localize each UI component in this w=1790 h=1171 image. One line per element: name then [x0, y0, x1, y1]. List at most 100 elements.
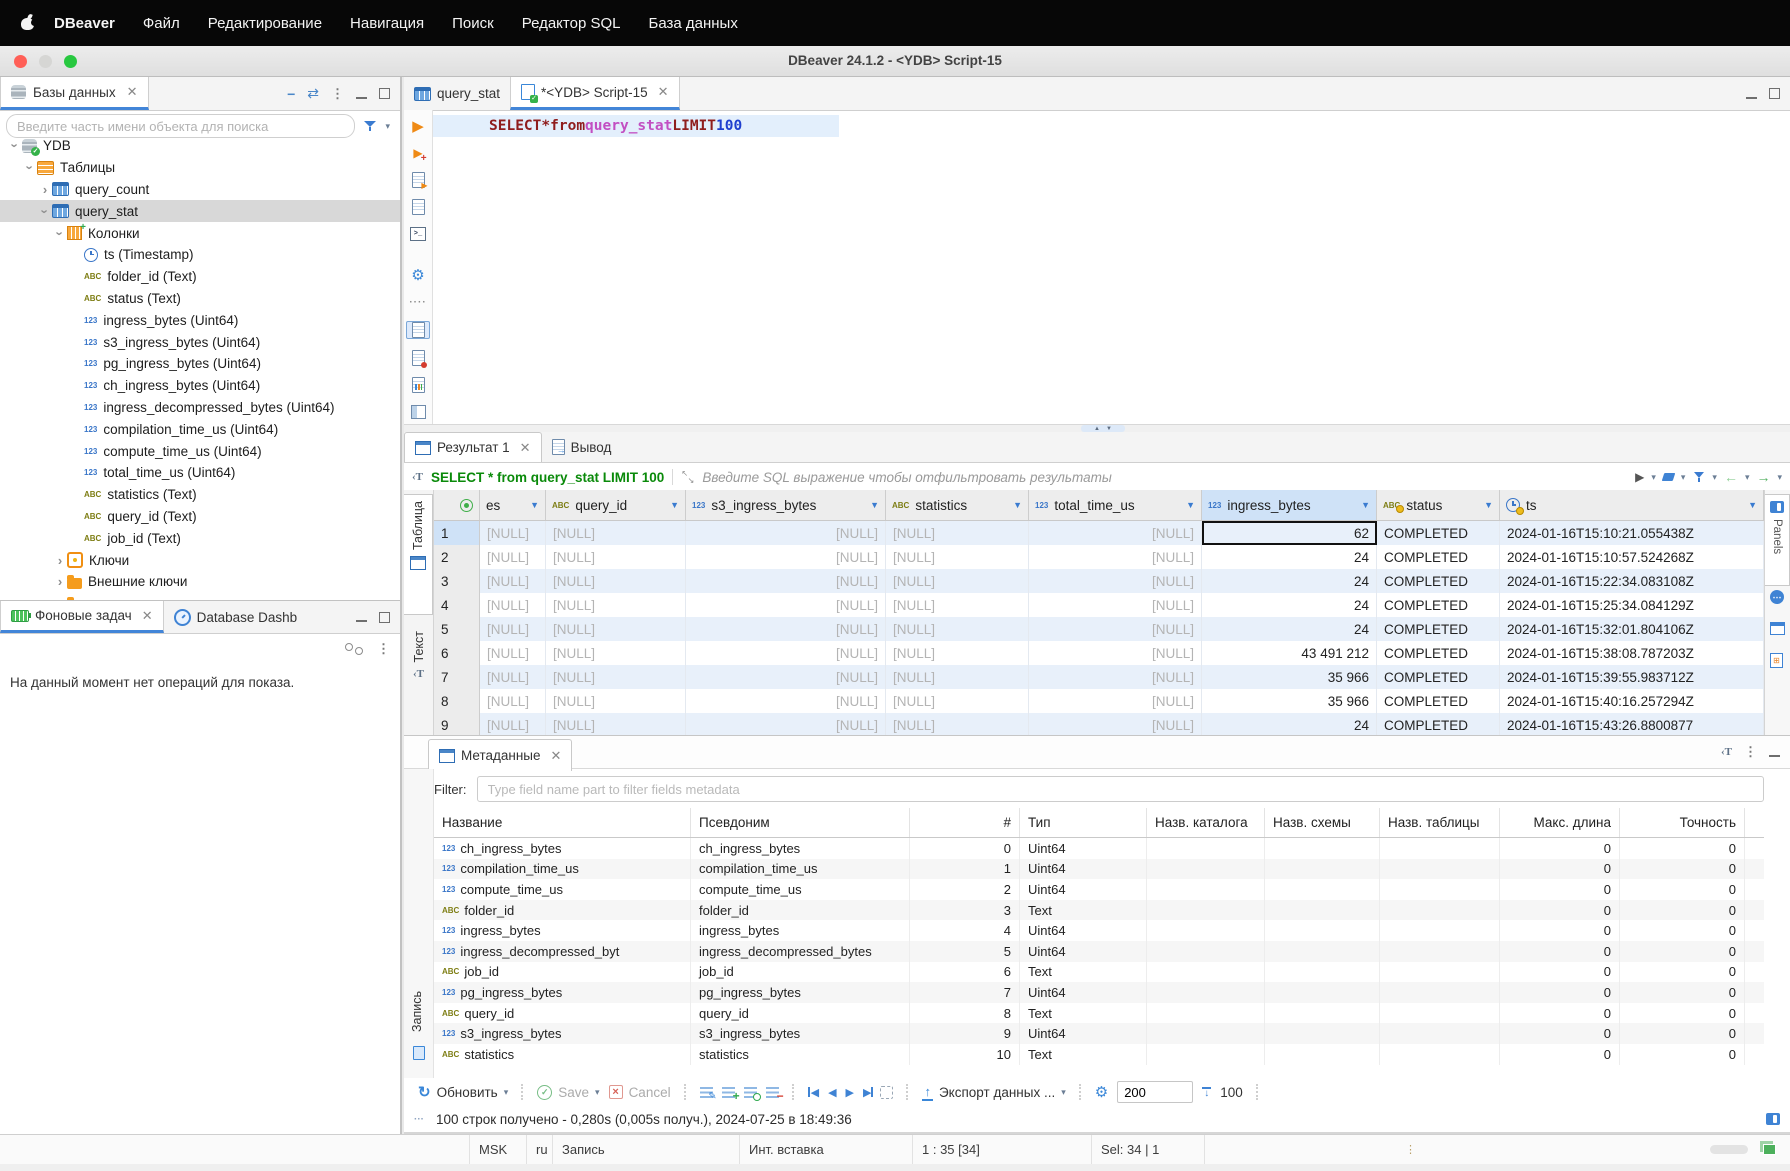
table-row[interactable]: 9[NULL][NULL][NULL][NULL][NULL]24COMPLET… — [434, 713, 1764, 735]
chevron-down-icon[interactable] — [595, 1087, 600, 1098]
metadata-row[interactable]: job_idjob_id6Text00 — [434, 962, 1764, 983]
tree-collapse-arrow[interactable]: › — [53, 226, 68, 240]
metadata-cell-type[interactable]: Text — [1020, 962, 1147, 983]
metadata-filter-input[interactable] — [477, 776, 1765, 802]
metadata-cell-maxlen[interactable]: 0 — [1500, 1003, 1620, 1024]
grid-cell[interactable]: [NULL] — [886, 689, 1029, 713]
grid-cell[interactable]: COMPLETED — [1377, 689, 1500, 713]
metadata-cell-catalog[interactable] — [1147, 962, 1265, 983]
close-icon[interactable]: ✕ — [142, 608, 153, 624]
column-header-ts[interactable]: ts — [1500, 490, 1764, 520]
metadata-cell-table[interactable] — [1380, 838, 1500, 859]
grid-cell[interactable]: 35 966 — [1202, 689, 1377, 713]
statusbar-cell-Sel-34-1[interactable]: Sel: 34 | 1 — [1092, 1135, 1205, 1164]
arrow-left-green-icon[interactable] — [1724, 469, 1738, 485]
metadata-column-#[interactable]: # — [910, 808, 1020, 837]
grid-cell[interactable]: [NULL] — [480, 689, 546, 713]
column-header-ingress_bytes[interactable]: ingress_bytes — [1202, 490, 1377, 520]
next-page-button[interactable] — [846, 1086, 854, 1099]
grid-cell[interactable]: [NULL] — [480, 665, 546, 689]
metadata-cell-catalog[interactable] — [1147, 838, 1265, 859]
grid-cell[interactable]: [NULL] — [686, 593, 886, 617]
grid-cell[interactable]: COMPLETED — [1377, 641, 1500, 665]
tree-item-pg_ingress_bytes[interactable]: pg_ingress_bytes (Uint64) — [0, 353, 400, 375]
table-row[interactable]: 8[NULL][NULL][NULL][NULL][NULL]35 966COM… — [434, 689, 1764, 713]
table-row[interactable]: 6[NULL][NULL][NULL][NULL][NULL]43 491 21… — [434, 641, 1764, 665]
metadata-cell-name[interactable]: s3_ingress_bytes — [434, 1023, 691, 1044]
grid-cell[interactable]: 2024-01-16T15:32:01.804106Z — [1500, 617, 1764, 641]
grid-cell[interactable]: [NULL] — [686, 569, 886, 593]
metadata-cell-type[interactable]: Uint64 — [1020, 879, 1147, 900]
grid-cell[interactable]: [NULL] — [480, 521, 546, 545]
chevron-down-icon[interactable] — [504, 1087, 509, 1098]
metadata-column-Название[interactable]: Название — [434, 808, 691, 837]
grid-cell[interactable]: COMPLETED — [1377, 665, 1500, 689]
toggle-panel-icon[interactable] — [1766, 1113, 1780, 1125]
tree-expand-arrow[interactable]: › — [53, 553, 67, 568]
arrow-right-green-icon[interactable] — [1756, 469, 1770, 485]
sort-icon[interactable] — [1186, 500, 1195, 510]
caret-icon[interactable] — [1745, 472, 1750, 483]
grid-cell[interactable]: [NULL] — [480, 713, 546, 735]
column-header-total_time_us[interactable]: total_time_us — [1029, 490, 1202, 520]
execute-icon[interactable] — [412, 117, 424, 135]
metadata-row[interactable]: query_idquery_id8Text00 — [434, 1003, 1764, 1024]
grid-cell[interactable]: [NULL] — [886, 569, 1029, 593]
grid-cell[interactable]: [NULL] — [686, 689, 886, 713]
tree-collapse-arrow[interactable]: › — [8, 139, 23, 153]
grid-cell[interactable]: 24 — [1202, 569, 1377, 593]
metadata-cell-name[interactable]: job_id — [434, 962, 691, 983]
metadata-cell-name[interactable]: statistics — [434, 1044, 691, 1065]
more-dots-button[interactable] — [407, 294, 429, 310]
terminal-button[interactable] — [407, 226, 429, 242]
export-data-button[interactable]: Экспорт данных ... — [922, 1084, 1065, 1101]
tree-item-ingress_decompressed_bytes[interactable]: ingress_decompressed_bytes (Uint64) — [0, 397, 400, 419]
tab-panels[interactable]: Panels — [1765, 494, 1790, 586]
metadata-cell-table[interactable] — [1380, 982, 1500, 1003]
grid-cell[interactable]: [NULL] — [480, 593, 546, 617]
layers-icon[interactable] — [1763, 1144, 1776, 1155]
metadata-row[interactable]: statisticsstatistics10Text00 — [434, 1044, 1764, 1065]
grid-cell[interactable]: 2024-01-16T15:40:16.257294Z — [1500, 689, 1764, 713]
grid-cell[interactable]: [NULL] — [886, 641, 1029, 665]
funnel-icon[interactable] — [1692, 471, 1705, 483]
eraser-icon[interactable] — [1662, 473, 1676, 481]
fetch-size-icon[interactable] — [1202, 1087, 1211, 1098]
calculator-icon[interactable] — [1770, 653, 1783, 668]
row-number[interactable]: 3 — [434, 569, 480, 593]
metadata-row[interactable]: ingress_decompressed_bytingress_decompre… — [434, 941, 1764, 962]
sql-editor-text-area[interactable]: SELECT * from query_stat LIMIT 100 — [433, 110, 1790, 424]
sort-icon[interactable] — [670, 500, 679, 510]
last-page-button[interactable] — [863, 1086, 871, 1099]
metadata-cell-catalog[interactable] — [1147, 879, 1265, 900]
grid-cell[interactable]: [NULL] — [686, 713, 886, 735]
grid-cell[interactable]: [NULL] — [686, 545, 886, 569]
grid-cell[interactable]: [NULL] — [1029, 641, 1202, 665]
dots-circle-icon[interactable] — [1770, 590, 1784, 604]
close-icon[interactable]: ✕ — [520, 440, 531, 456]
row-number[interactable]: 1 — [434, 521, 480, 545]
metadata-cell-alias[interactable]: job_id — [691, 962, 910, 983]
metadata-cell-schema[interactable] — [1265, 838, 1380, 859]
column-header-statistics[interactable]: statistics — [886, 490, 1029, 520]
menu-item-редактирование[interactable]: Редактирование — [194, 15, 336, 32]
grid-cell[interactable]: [NULL] — [546, 617, 686, 641]
metadata-cell-type[interactable]: Uint64 — [1020, 982, 1147, 1003]
grid-cell[interactable]: 2024-01-16T15:22:34.083108Z — [1500, 569, 1764, 593]
metadata-cell-alias[interactable]: pg_ingress_bytes — [691, 982, 910, 1003]
grid-cell[interactable]: 24 — [1202, 593, 1377, 617]
metadata-cell-schema[interactable] — [1265, 982, 1380, 1003]
metadata-cell-alias[interactable]: folder_id — [691, 900, 910, 921]
row-number[interactable]: 7 — [434, 665, 480, 689]
caret-icon[interactable] — [1651, 472, 1656, 483]
filter-objects-icon[interactable] — [363, 120, 377, 132]
row-number[interactable]: 5 — [434, 617, 480, 641]
close-icon[interactable]: ✕ — [551, 748, 562, 764]
row-number[interactable]: 8 — [434, 689, 480, 713]
metadata-cell-maxlen[interactable]: 0 — [1500, 859, 1620, 880]
save-script-button[interactable] — [407, 350, 429, 366]
tree-item-query_count[interactable]: ›query_count — [0, 179, 400, 201]
column-header-rownum[interactable] — [434, 490, 480, 520]
metadata-column-Псевдоним[interactable]: Псевдоним — [691, 808, 910, 837]
table-row[interactable]: 1[NULL][NULL][NULL][NULL][NULL]62COMPLET… — [434, 521, 1764, 545]
